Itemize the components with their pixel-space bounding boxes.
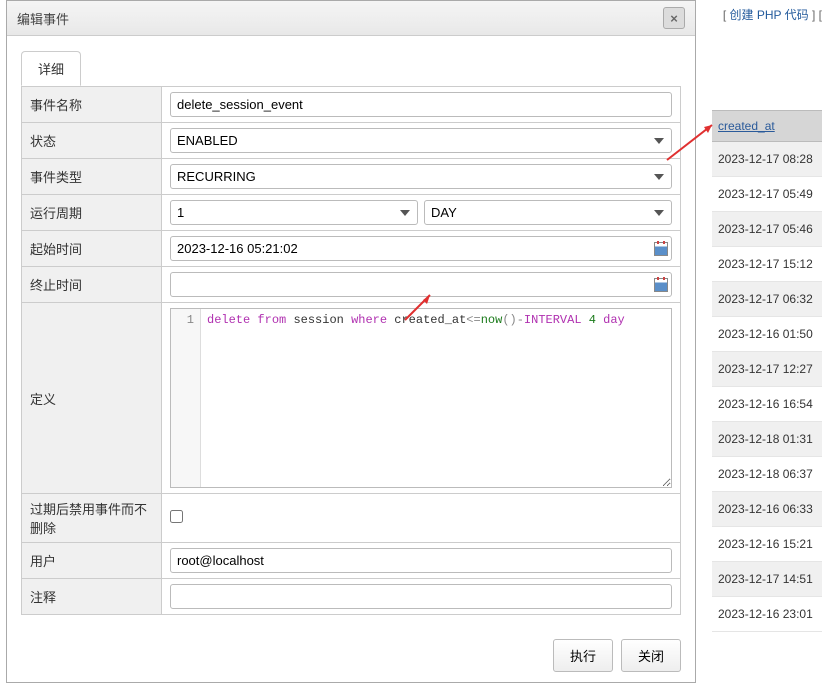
dialog-title: 编辑事件 [17,9,69,28]
editor-gutter: 1 [171,309,201,487]
close-icon: × [670,11,678,26]
label-status: 状态 [22,123,162,159]
tabs: 详细 [21,51,681,87]
dialog-body: 详细 事件名称 状态 ENABLED 事件类 [7,36,695,629]
label-start-time: 起始时间 [22,231,162,267]
table-row[interactable]: 2023-12-18 01:31 [712,422,822,457]
label-period: 运行周期 [22,195,162,231]
user-input[interactable] [170,548,672,573]
dialog-footer: 执行 关闭 [7,629,695,682]
label-end-time: 终止时间 [22,267,162,303]
table-row[interactable]: 2023-12-16 01:50 [712,317,822,352]
table-row[interactable]: 2023-12-17 15:12 [712,247,822,282]
label-event-type: 事件类型 [22,159,162,195]
table-row[interactable]: 2023-12-16 16:54 [712,387,822,422]
table-row[interactable]: 2023-12-17 08:28 [712,142,822,177]
table-row[interactable]: 2023-12-17 06:32 [712,282,822,317]
background-links: [ 创建 PHP 代码 ] [ [723,6,822,23]
create-php-link[interactable]: 创建 PHP 代码 [730,8,809,22]
event-form: 事件名称 状态 ENABLED 事件类型 [21,86,681,615]
period-value-select[interactable]: 1 [170,200,418,225]
close-button[interactable]: 关闭 [621,639,681,672]
table-row[interactable]: 2023-12-17 12:27 [712,352,822,387]
event-type-select[interactable]: RECURRING [170,164,672,189]
table-row[interactable]: 2023-12-16 06:33 [712,492,822,527]
period-unit-select[interactable]: DAY [424,200,672,225]
label-user: 用户 [22,543,162,579]
table-row[interactable]: 2023-12-17 14:51 [712,562,822,597]
label-event-name: 事件名称 [22,87,162,123]
background-table: created_at 2023-12-17 08:282023-12-17 05… [712,110,822,632]
execute-button[interactable]: 执行 [553,639,613,672]
sql-editor[interactable]: 1 delete from session where created_at<=… [170,308,672,488]
label-preserve: 过期后禁用事件而不删除 [22,494,162,543]
calendar-icon[interactable] [654,242,668,256]
dialog-close-button[interactable]: × [663,7,685,29]
event-name-input[interactable] [170,92,672,117]
preserve-checkbox[interactable] [170,510,183,523]
table-row[interactable]: 2023-12-18 06:37 [712,457,822,492]
label-definition: 定义 [22,303,162,494]
comment-input[interactable] [170,584,672,609]
table-row[interactable]: 2023-12-16 15:21 [712,527,822,562]
status-select[interactable]: ENABLED [170,128,672,153]
table-row[interactable]: 2023-12-17 05:46 [712,212,822,247]
label-comment: 注释 [22,579,162,615]
end-time-input[interactable] [170,272,672,297]
dialog-header: 编辑事件 × [7,1,695,36]
column-header-created-at[interactable]: created_at [712,110,822,142]
table-row[interactable]: 2023-12-16 23:01 [712,597,822,632]
editor-code[interactable]: delete from session where created_at<=no… [201,309,671,487]
start-time-input[interactable] [170,236,672,261]
edit-event-dialog: 编辑事件 × 详细 事件名称 状态 ENABLED [6,0,696,683]
tab-detail[interactable]: 详细 [21,51,81,86]
calendar-icon[interactable] [654,278,668,292]
table-row[interactable]: 2023-12-17 05:49 [712,177,822,212]
